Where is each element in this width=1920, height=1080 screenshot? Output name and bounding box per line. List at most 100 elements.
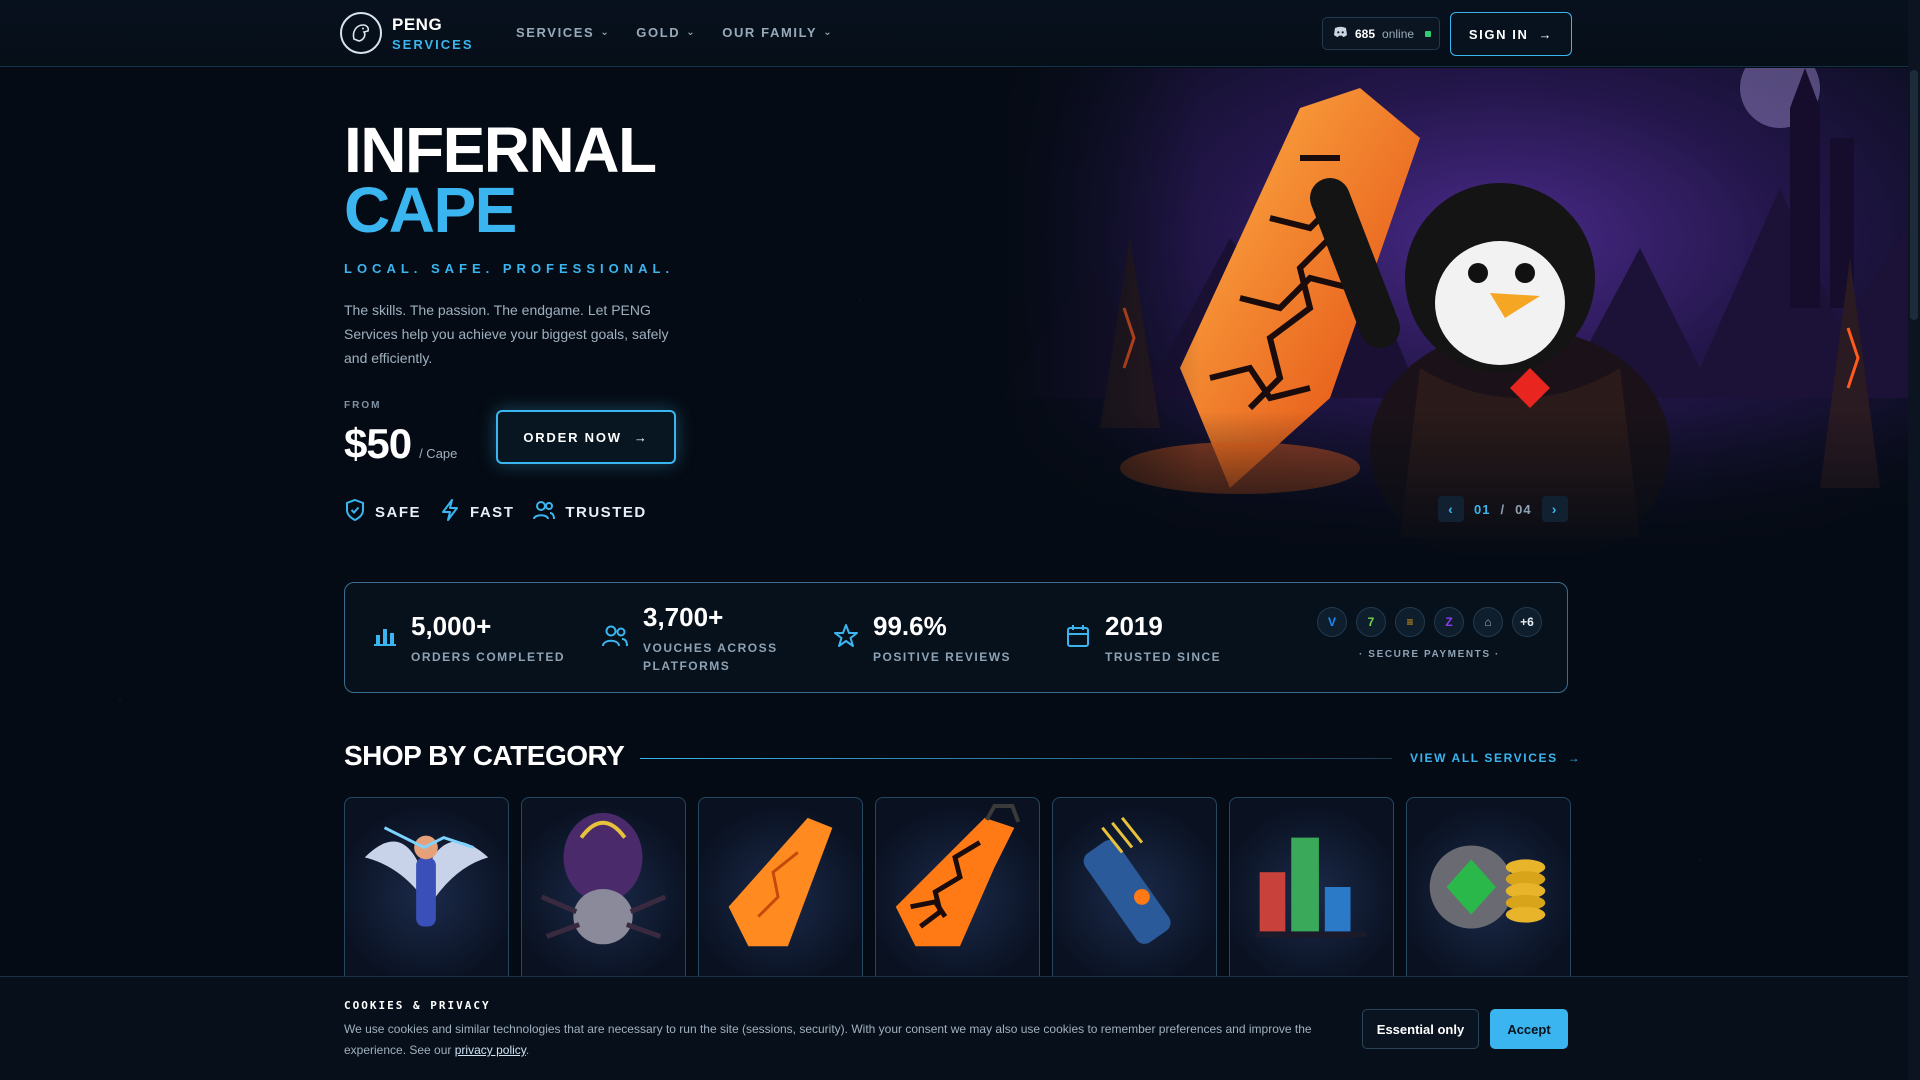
order-now-label: ORDER NOW [523, 429, 622, 445]
menu-services[interactable]: SERVICES ⌄ [516, 25, 610, 40]
stat-reviews-label: POSITIVE REVIEWS [873, 650, 1012, 664]
price-amount: $50 [344, 420, 412, 467]
gold-coins-icon [1429, 845, 1546, 929]
chevron-down-icon: ⌄ [686, 27, 697, 38]
slide-current: 01 [1474, 501, 1491, 517]
more-payments-badge: +6 [1512, 607, 1542, 637]
cookie-banner: COOKIES & PRIVACY We use cookies and sim… [0, 976, 1908, 1080]
essential-only-button[interactable]: Essential only [1362, 1009, 1479, 1049]
menu-gold[interactable]: GOLD ⌄ [636, 25, 696, 40]
users-icon [532, 499, 556, 525]
cookie-text-end: . [525, 1043, 530, 1057]
penguin-logo-icon [340, 12, 382, 54]
price-unit: / Cape [419, 446, 458, 461]
hero-title-line2: CAPE [344, 174, 517, 246]
cookie-title: COOKIES & PRIVACY [344, 999, 491, 1012]
discord-online-badge[interactable]: 685 online [1322, 17, 1440, 50]
bank-icon: ⌂ [1473, 607, 1503, 637]
stat-since-label: TRUSTED SINCE [1105, 650, 1222, 664]
price-from-label: FROM [344, 400, 382, 411]
chevron-down-icon: ⌄ [600, 27, 611, 38]
users-icon [601, 624, 629, 653]
privacy-policy-link[interactable]: privacy policy [455, 1043, 526, 1057]
page-scrollbar[interactable] [1908, 0, 1920, 1080]
online-label: online [1382, 26, 1415, 41]
view-all-services-link[interactable]: VIEW ALL SERVICES → [1410, 751, 1581, 765]
order-now-button[interactable]: ORDER NOW → [496, 410, 676, 464]
view-all-label: VIEW ALL SERVICES [1410, 751, 1558, 765]
stats-panel: 5,000+ ORDERS COMPLETED 3,700+ VOUCHES A… [344, 582, 1568, 693]
hero-price: $50 / Cape [344, 420, 457, 468]
lightning-icon [439, 498, 461, 526]
star-icon [833, 623, 859, 654]
stat-orders: 5,000+ ORDERS COMPLETED [373, 583, 565, 694]
category-card-quiver[interactable] [1052, 797, 1217, 977]
online-count: 685 [1355, 26, 1376, 41]
category-card-combat[interactable] [344, 797, 509, 977]
infernal-cape-icon [895, 804, 1021, 947]
chevron-left-icon: ‹ [1448, 501, 1454, 517]
venmo-icon: V [1317, 607, 1347, 637]
angel-warrior-icon [364, 826, 489, 927]
badge-safe-label: SAFE [375, 503, 422, 521]
slide-prev-button[interactable]: ‹ [1438, 496, 1464, 522]
arrow-right-icon: → [633, 429, 649, 445]
menu-services-label: SERVICES [516, 25, 595, 40]
discord-icon [1333, 26, 1348, 41]
menu-our-family-label: OUR FAMILY [722, 25, 818, 40]
logo[interactable]: PENG SERVICES [340, 12, 474, 54]
stat-vouches-value: 3,700+ [643, 602, 724, 632]
arrow-right-icon: → [1567, 751, 1582, 765]
bar-chart-icon [373, 625, 397, 652]
online-status-dot [1425, 30, 1432, 37]
chevron-down-icon: ⌄ [823, 27, 834, 38]
stat-vouches: 3,700+ VOUCHES ACROSS PLATFORMS [601, 583, 783, 694]
sign-in-label: SIGN IN [1468, 26, 1529, 42]
section-divider [640, 758, 1392, 759]
stat-since-value: 2019 [1105, 611, 1163, 641]
stat-reviews-value: 99.6% [873, 611, 947, 641]
fire-cape-icon [728, 817, 833, 947]
stat-vouches-label: VOUCHES ACROSS PLATFORMS [643, 641, 778, 673]
badge-trusted-label: TRUSTED [565, 503, 647, 521]
hero-badges: SAFE FAST TRUSTED [344, 498, 647, 526]
badge-fast-label: FAST [470, 503, 515, 521]
shop-by-category-heading: SHOP BY CATEGORY [344, 740, 625, 771]
spider-boss-icon [540, 812, 667, 945]
stat-since: 2019 TRUSTED SINCE [1065, 583, 1221, 694]
card-icon: ≡ [1395, 607, 1425, 637]
category-cards [344, 797, 1571, 977]
quiver-icon [1083, 816, 1171, 944]
skill-bars-icon [1255, 837, 1367, 938]
category-card-boss[interactable] [521, 797, 686, 977]
badge-trusted: TRUSTED [532, 498, 646, 526]
secure-payments: V 7 ≡ Z ⌂ +6 · SECURE PAYMENTS · [1317, 607, 1542, 660]
menu-gold-label: GOLD [636, 25, 681, 40]
hero-tagline: LOCAL. SAFE. PROFESSIONAL. [344, 261, 675, 276]
stat-orders-value: 5,000+ [411, 611, 492, 641]
menu-our-family[interactable]: OUR FAMILY ⌄ [722, 25, 833, 40]
accept-cookies-button[interactable]: Accept [1490, 1009, 1568, 1049]
cookie-text: We use cookies and similar technologies … [344, 1019, 1324, 1061]
category-card-infernal-cape[interactable] [875, 797, 1040, 977]
secure-payments-label: · SECURE PAYMENTS · [1359, 649, 1500, 660]
top-navbar: PENG SERVICES SERVICES ⌄ GOLD ⌄ OUR FAMI… [0, 0, 1908, 67]
category-card-skills[interactable] [1229, 797, 1394, 977]
main-menu: SERVICES ⌄ GOLD ⌄ OUR FAMILY ⌄ [516, 25, 833, 40]
zelle-icon: Z [1434, 607, 1464, 637]
category-card-gold[interactable] [1406, 797, 1571, 977]
sign-in-button[interactable]: SIGN IN → [1450, 12, 1572, 56]
slide-total: 04 [1515, 501, 1532, 517]
hero-title: INFERNAL CAPE [344, 118, 657, 246]
logo-name: PENG [392, 14, 443, 34]
calendar-icon [1065, 623, 1091, 654]
category-card-fire-cape[interactable] [698, 797, 863, 977]
slide-pagination: ‹ 01 / 04 › [1438, 496, 1568, 522]
slide-next-button[interactable]: › [1541, 496, 1568, 522]
hero-illustration [1000, 68, 1908, 558]
stat-reviews: 99.6% POSITIVE REVIEWS [833, 583, 1011, 694]
badge-fast: FAST [439, 498, 514, 526]
hero-description: The skills. The passion. The endgame. Le… [344, 302, 669, 366]
scrollbar-thumb[interactable] [1910, 70, 1918, 320]
cash-icon: 7 [1356, 607, 1386, 637]
